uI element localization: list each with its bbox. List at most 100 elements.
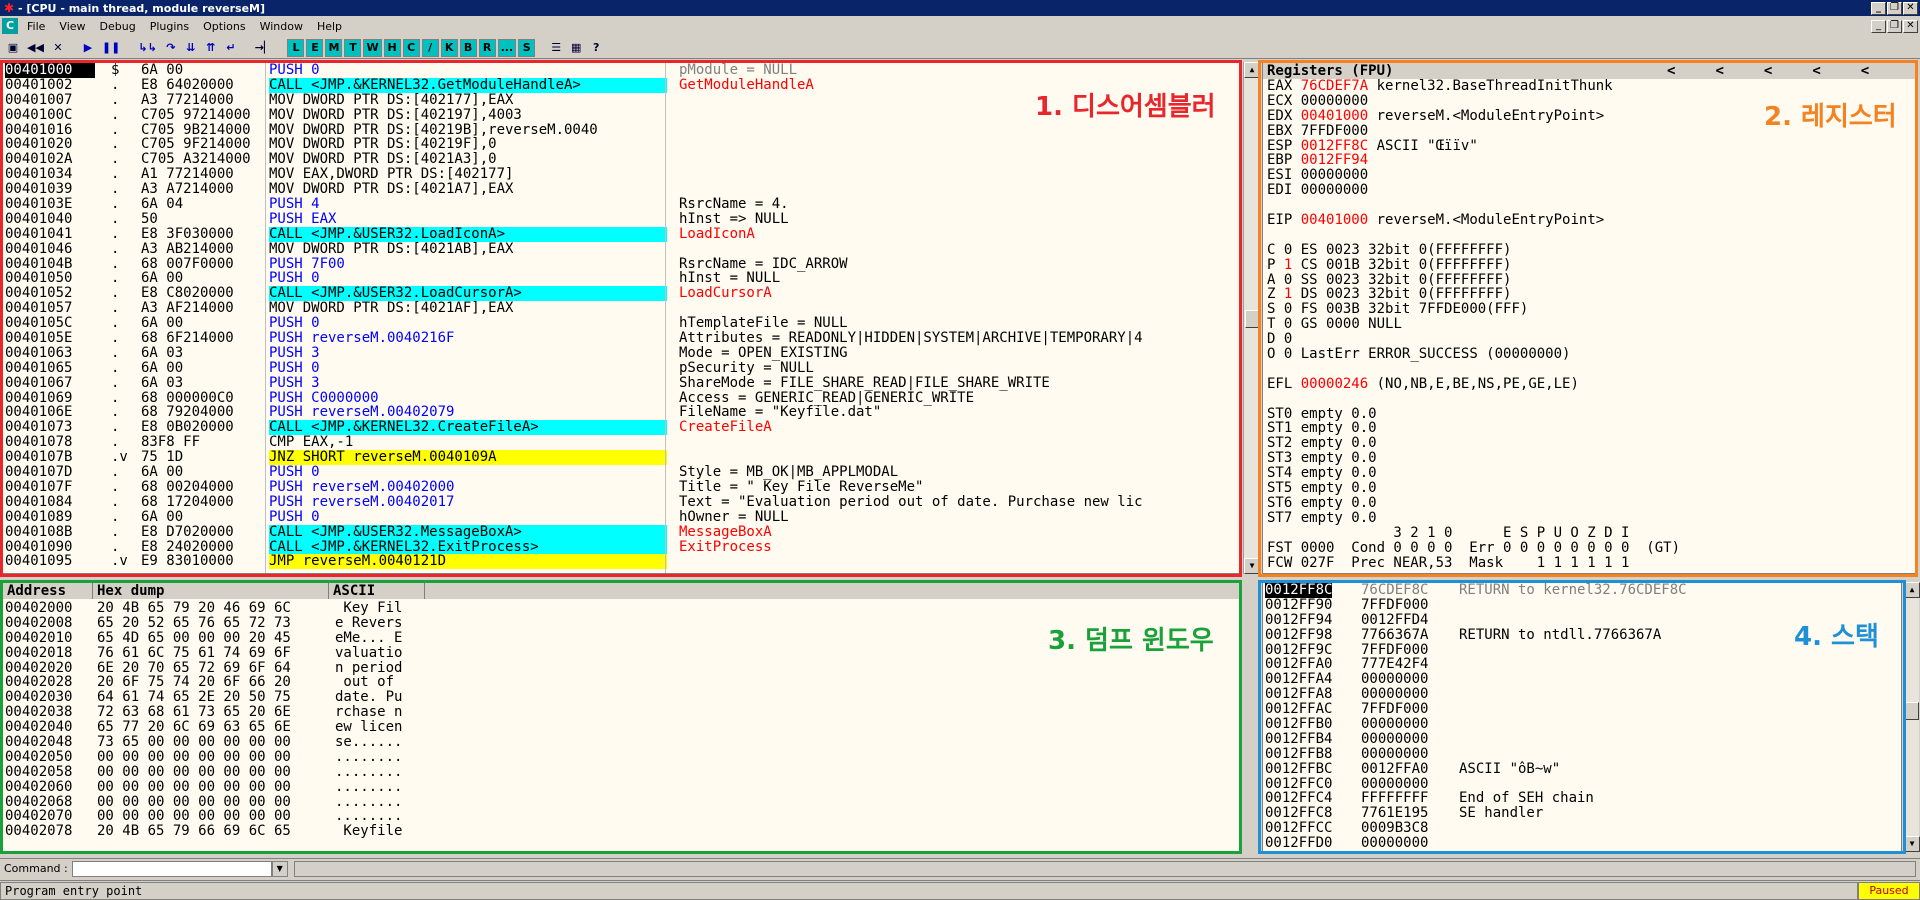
stack-row[interactable]: 0012FFCC 0009B3C8 <box>1265 821 1885 836</box>
dump-row[interactable]: 00402018 76 61 6C 75 61 74 69 6F valuatio <box>5 645 425 661</box>
register-view-arrow-icon[interactable]: < <box>1667 63 1675 79</box>
scroll-down-icon[interactable]: ▼ <box>1244 558 1260 574</box>
fpu-row[interactable]: ST6 empty 0.0 <box>1267 496 1917 511</box>
register-view-arrow-icon[interactable]: < <box>1764 63 1772 79</box>
goto-icon[interactable]: →▏ <box>252 39 276 57</box>
stack-row[interactable]: 0012FF98 7766367A RETURN to ntdll.7766367A <box>1265 627 1885 643</box>
register-row[interactable]: C 0 ES 0023 32bit 0(FFFFFFFF) <box>1267 242 1917 258</box>
list-icon[interactable]: ☰ <box>547 39 565 57</box>
register-view-arrow-icon[interactable]: < <box>1715 63 1723 79</box>
disasm-row[interactable]: 00401063. 6A 03 PUSH 3 Mode = OPEN_EXISTING <box>5 346 1241 361</box>
register-row[interactable]: O 0 LastErr ERROR_SUCCESS (00000000) <box>1267 347 1917 362</box>
fpu-row[interactable]: ST2 empty 0.0 <box>1267 436 1917 451</box>
dump-row[interactable]: 00402048 73 65 00 00 00 00 00 00 se...... <box>5 735 425 750</box>
dump-row[interactable]: 00402060 00 00 00 00 00 00 00 00........ <box>5 779 425 795</box>
stack-row[interactable]: 0012FFA4 00000000 <box>1265 672 1885 687</box>
stack-scrollbar[interactable]: ▲ ▼ <box>1903 582 1920 852</box>
dump-col-address[interactable]: Address <box>3 583 93 599</box>
scroll-up-icon[interactable]: ▲ <box>1244 62 1260 78</box>
stack-row[interactable]: 0012FFD0 00000000 <box>1265 836 1885 851</box>
window-button-0[interactable]: L <box>287 38 305 57</box>
dump-row[interactable]: 00402078 20 4B 65 79 66 69 6C 65 Keyfile <box>5 824 425 839</box>
stack-row[interactable]: 0012FFA8 00000000 <box>1265 687 1885 702</box>
trace-over-icon[interactable]: ⇈ <box>202 39 220 57</box>
close-program-icon[interactable]: ✕ <box>49 39 67 57</box>
stack-row[interactable]: 0012FF90 7FFDF000 <box>1265 597 1885 613</box>
disasm-row[interactable]: 00401067. 6A 03 PUSH 3 ShareMode = FILE_SHA… <box>5 375 1241 391</box>
disasm-row[interactable]: 0040102A. C705 A3214000 MOV DWORD PTR DS:[… <box>5 152 1241 167</box>
stack-row[interactable]: 0012FFB0 00000000 <box>1265 717 1885 732</box>
register-row[interactable]: ESP 0012FF8C ASCII "Œïïv" <box>1267 138 1917 154</box>
menu-debug[interactable]: Debug <box>93 20 143 33</box>
scroll-thumb[interactable] <box>1245 310 1259 328</box>
register-view-arrow-icon[interactable]: < <box>1861 63 1869 79</box>
disasm-row[interactable]: 00401052. E8 C8020000 CALL <JMP.&USER32.Lo… <box>5 286 1241 302</box>
stack-row[interactable]: 0012FFC8 7761E195 SE handler <box>1265 806 1885 821</box>
disasm-row[interactable]: 0040105C. 6A 00 PUSH 0 hTemplateFile = NULL <box>5 316 1241 331</box>
register-row[interactable]: S 0 FS 003B 32bit 7FFDE000(FFF) <box>1267 302 1917 317</box>
fpu-row[interactable]: ST7 empty 0.0 <box>1267 510 1917 526</box>
register-row[interactable]: D 0 <box>1267 332 1917 347</box>
window-button-4[interactable]: W <box>363 38 382 57</box>
disasm-row[interactable]: 00401065. 6A 00 PUSH 0 pSecurity = NULL <box>5 360 1241 376</box>
help-icon[interactable]: ? <box>587 39 605 57</box>
fpu-row[interactable]: ST5 empty 0.0 <box>1267 481 1917 496</box>
stack-row[interactable]: 0012FFB4 00000000 <box>1265 732 1885 747</box>
disasm-row[interactable]: 00401020. C705 9F214000 MOV DWORD PTR DS:[… <box>5 137 1241 152</box>
stack-row[interactable]: 0012FF94 0012FFD4 <box>1265 612 1885 628</box>
register-row[interactable]: EAX 76CDEF7A kernel32.BaseThreadInitThun… <box>1267 79 1917 94</box>
registers-pane[interactable]: Registers (FPU) < < < < < EAX 76CDEF7A kerne… <box>1262 62 1918 574</box>
register-row[interactable]: EIP 00401000 reverseM.<ModuleEntryPoint> <box>1267 213 1917 228</box>
disasm-row[interactable]: 00401073. E8 0B020000 CALL <JMP.&KERNEL32.… <box>5 420 1241 436</box>
step-over-icon[interactable]: ↷ <box>162 39 180 57</box>
dump-row[interactable]: 00402040 65 77 20 6C 69 63 65 6E ew licen <box>5 720 425 735</box>
fpu-row[interactable]: ST0 empty 0.0 <box>1267 406 1917 422</box>
disasm-row[interactable]: 00401041. E8 3F030000 CALL <JMP.&USER32.Lo… <box>5 226 1241 242</box>
mdi-minimize-button[interactable]: _ <box>1871 19 1886 33</box>
dump-col-ascii[interactable]: ASCII <box>329 583 425 599</box>
disasm-row[interactable]: 00401000 $6A 00 PUSH 0 pModule = NULL <box>5 63 1241 78</box>
disasm-row[interactable]: 00401034. A1 77214000 MOV EAX,DWORD PTR DS… <box>5 167 1241 182</box>
fpu-status-row[interactable]: FST 0000 Cond 0 0 0 0 Err 0 0 0 0 0 0 0 … <box>1267 540 1917 556</box>
disasm-row[interactable]: 0040107F. 68 00204000 PUSH reverseM.004020… <box>5 480 1241 495</box>
dump-row[interactable]: 00402058 00 00 00 00 00 00 00 00........ <box>5 764 425 780</box>
disasm-row[interactable]: 0040105E. 68 6F214000 PUSH reverseM.004021… <box>5 331 1241 346</box>
dump-row[interactable]: 00402050 00 00 00 00 00 00 00 00........ <box>5 750 425 765</box>
step-into-icon[interactable]: ↳↳ <box>135 39 159 57</box>
rewind-icon[interactable]: ◀◀ <box>24 39 47 57</box>
window-button-8[interactable]: K <box>440 38 458 57</box>
mdi-restore-button[interactable]: ❐ <box>1887 19 1902 33</box>
disasm-row[interactable]: 0040107D. 6A 00 PUSH 0 Style = MB_OK|MB_APP… <box>5 465 1241 480</box>
cpu-window-icon[interactable]: C <box>2 18 18 34</box>
disasm-row[interactable]: 00401016. C705 9B214000 MOV DWORD PTR DS:[… <box>5 122 1241 138</box>
disasm-row[interactable]: 00401084. 68 17204000 PUSH reverseM.004020… <box>5 494 1241 510</box>
menu-plugins[interactable]: Plugins <box>143 20 196 33</box>
menu-help[interactable]: Help <box>310 20 349 33</box>
dump-row[interactable]: 00402038 72 63 68 61 73 65 20 6E rchase n <box>5 705 425 720</box>
dump-row[interactable]: 00402000 20 4B 65 79 20 46 69 6C Key Fil <box>5 601 425 616</box>
command-dropdown-icon[interactable]: ▼ <box>271 860 288 877</box>
stack-row[interactable]: 0012FFB8 00000000 <box>1265 746 1885 762</box>
run-icon[interactable]: ▶ <box>79 39 97 57</box>
open-icon[interactable]: ▣ <box>4 39 22 57</box>
window-button-9[interactable]: B <box>459 38 477 57</box>
dump-row[interactable]: 00402068 00 00 00 00 00 00 00 00........ <box>5 794 425 810</box>
register-row[interactable]: P 1 CS 001B 32bit 0(FFFFFFFF) <box>1267 257 1917 273</box>
dump-row[interactable]: 00402010 65 4D 65 00 00 00 20 45 eMe... E <box>5 630 425 646</box>
stack-scroll-down-icon[interactable]: ▼ <box>1904 836 1920 852</box>
disasm-row[interactable]: 00401040. 50 PUSH EAX hInst => NULL <box>5 212 1241 227</box>
menu-window[interactable]: Window <box>253 20 310 33</box>
stack-row[interactable]: 0012FF9C 7FFDF000 <box>1265 642 1885 658</box>
fpu-row[interactable]: ST4 empty 0.0 <box>1267 466 1917 481</box>
stack-row[interactable]: 0012FF8C 76CDEF8C RETURN to kernel32.76CDE… <box>1265 583 1885 598</box>
window-button-2[interactable]: M <box>325 38 343 57</box>
disasm-row[interactable]: 00401046. A3 AB214000 MOV DWORD PTR DS:[40… <box>5 241 1241 257</box>
disasm-row[interactable]: 00401057. A3 AF214000 MOV DWORD PTR DS:[40… <box>5 301 1241 316</box>
disasm-row[interactable]: 0040103E. 6A 04 PUSH 4 RsrcName = 4. <box>5 197 1241 212</box>
trace-into-icon[interactable]: ⇊ <box>182 39 200 57</box>
disasm-row[interactable]: 00401078. 83F8 FF CMP EAX,-1 <box>5 435 1241 450</box>
menu-view[interactable]: View <box>52 20 92 33</box>
menu-file[interactable]: File <box>20 20 52 33</box>
stack-row[interactable]: 0012FFA0 777E42F4 <box>1265 657 1885 672</box>
command-input[interactable] <box>71 860 272 877</box>
